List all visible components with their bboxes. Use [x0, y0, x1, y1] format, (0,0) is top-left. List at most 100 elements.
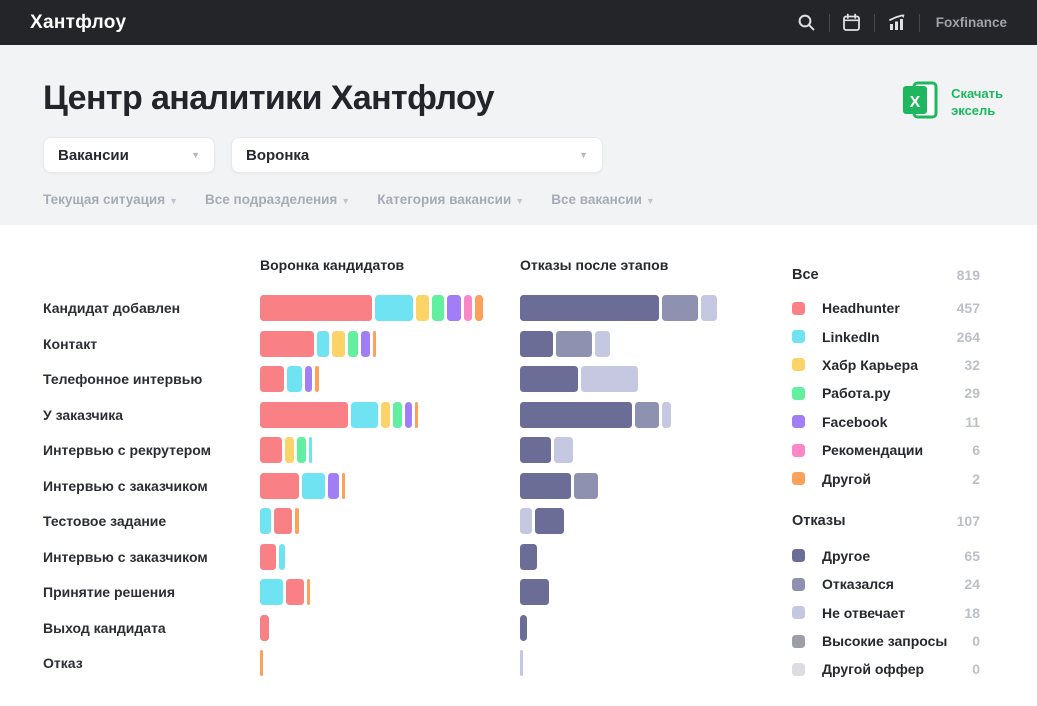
analytics-chart-icon[interactable] [875, 0, 919, 45]
account-name[interactable]: Foxfinance [936, 15, 1007, 30]
bar-segment-linkedin[interactable] [287, 366, 302, 393]
bar-segment-other[interactable] [415, 401, 418, 428]
bar-segment-medium[interactable] [556, 330, 592, 357]
bar-segment-headhunter[interactable] [260, 295, 372, 322]
bar-segment-dark[interactable] [520, 579, 549, 606]
bar-segment-medium[interactable] [574, 472, 598, 499]
bar-segment-dark[interactable] [535, 508, 564, 535]
rejections-bar-cell [520, 468, 765, 504]
funnel-bar [260, 366, 319, 393]
bar-segment-light[interactable] [581, 366, 638, 393]
filter-vacancies[interactable]: Все вакансии ▼ [551, 192, 655, 207]
chevron-down-icon: ▼ [579, 150, 588, 160]
bar-segment-habr[interactable] [381, 401, 390, 428]
legend-total: 819 [956, 266, 980, 283]
bar-segment-dark[interactable] [520, 437, 551, 464]
bar-segment-habr[interactable] [285, 437, 294, 464]
legend-item[interactable]: Другое 65 [792, 542, 980, 570]
bar-segment-light[interactable] [701, 295, 717, 322]
bar-segment-facebook[interactable] [305, 366, 312, 393]
bar-segment-headhunter[interactable] [260, 543, 276, 570]
legend-item[interactable]: Рекомендации 6 [792, 436, 980, 464]
bar-segment-rabota[interactable] [393, 401, 402, 428]
bar-segment-habr[interactable] [416, 295, 429, 322]
bar-segment-rabota[interactable] [432, 295, 444, 322]
bar-segment-light[interactable] [662, 401, 671, 428]
legend-value: 24 [964, 576, 980, 593]
bar-segment-other[interactable] [260, 650, 263, 677]
bar-segment-dark[interactable] [520, 472, 571, 499]
funnel-bar [260, 330, 376, 357]
stage-label: Контакт [43, 335, 98, 352]
report-type-select[interactable]: Вакансии ▼ [43, 137, 215, 173]
download-excel-button[interactable]: X Скачать эксель [899, 79, 1003, 126]
bar-segment-linkedin[interactable] [260, 579, 283, 606]
filter-period[interactable]: Текущая ситуация ▼ [43, 192, 178, 207]
bar-segment-headhunter[interactable] [260, 614, 269, 641]
bar-segment-other[interactable] [342, 472, 345, 499]
legend-swatch [792, 577, 805, 591]
bar-segment-facebook[interactable] [447, 295, 461, 322]
legend-item[interactable]: Headhunter 457 [792, 294, 980, 322]
bar-segment-light[interactable] [520, 508, 532, 535]
legend-item[interactable]: Работа.ру 29 [792, 379, 980, 407]
bar-segment-dark[interactable] [520, 543, 537, 570]
bar-segment-facebook[interactable] [361, 330, 370, 357]
bar-segment-light[interactable] [520, 650, 523, 677]
bar-segment-headhunter[interactable] [274, 508, 292, 535]
bar-segment-habr[interactable] [332, 330, 345, 357]
bar-segment-light[interactable] [554, 437, 573, 464]
bar-segment-medium[interactable] [662, 295, 698, 322]
legend-item[interactable]: Отказался 24 [792, 570, 980, 598]
bar-segment-linkedin[interactable] [260, 508, 271, 535]
bar-segment-linkedin[interactable] [302, 472, 325, 499]
filter-row: Текущая ситуация ▼ Все подразделения ▼ Кат… [43, 192, 1007, 207]
app-logo[interactable]: Хантфлоу [30, 12, 126, 34]
bar-segment-light[interactable] [595, 330, 610, 357]
bar-segment-other[interactable] [315, 366, 319, 393]
bar-segment-recommend[interactable] [464, 295, 472, 322]
bar-segment-linkedin[interactable] [279, 543, 285, 570]
bar-segment-dark[interactable] [520, 295, 659, 322]
bar-segment-medium[interactable] [635, 401, 659, 428]
bar-segment-facebook[interactable] [328, 472, 339, 499]
legend-item[interactable]: Другой оффер 0 [792, 655, 980, 683]
report-view-select[interactable]: Воронка ▼ [231, 137, 603, 173]
bar-segment-dark[interactable] [520, 401, 632, 428]
bar-segment-rabota[interactable] [348, 330, 358, 357]
bar-segment-headhunter[interactable] [260, 401, 348, 428]
legend-total: 107 [956, 512, 980, 529]
legend-item[interactable]: Не отвечает 18 [792, 599, 980, 627]
bar-segment-rabota[interactable] [297, 437, 306, 464]
legend-item[interactable]: Хабр Карьера 32 [792, 351, 980, 379]
stage-label: Принятие решения [43, 584, 176, 601]
bar-segment-other[interactable] [307, 579, 310, 606]
legend-item[interactable]: LinkedIn 264 [792, 322, 980, 350]
filter-division[interactable]: Все подразделения ▼ [205, 192, 350, 207]
legend-item[interactable]: Другой 2 [792, 464, 980, 492]
bar-segment-linkedin[interactable] [309, 437, 312, 464]
legend-item[interactable]: Высокие запросы 0 [792, 627, 980, 655]
calendar-icon[interactable] [830, 0, 874, 45]
bar-segment-headhunter[interactable] [260, 330, 314, 357]
bar-segment-headhunter[interactable] [286, 579, 304, 606]
legend-label: Работа.ру [822, 385, 891, 402]
bar-segment-headhunter[interactable] [260, 472, 299, 499]
stage-label: Телефонное интервью [43, 371, 203, 388]
legend-item[interactable]: Facebook 11 [792, 408, 980, 436]
search-icon[interactable] [785, 0, 829, 45]
funnel-bar [260, 508, 299, 535]
bar-segment-dark[interactable] [520, 366, 578, 393]
bar-segment-dark[interactable] [520, 614, 527, 641]
bar-segment-headhunter[interactable] [260, 366, 284, 393]
bar-segment-linkedin[interactable] [375, 295, 413, 322]
bar-segment-linkedin[interactable] [351, 401, 378, 428]
bar-segment-linkedin[interactable] [317, 330, 329, 357]
bar-segment-facebook[interactable] [405, 401, 412, 428]
bar-segment-dark[interactable] [520, 330, 553, 357]
bar-segment-other[interactable] [295, 508, 299, 535]
bar-segment-other[interactable] [475, 295, 483, 322]
bar-segment-headhunter[interactable] [260, 437, 282, 464]
filter-vacancy-category[interactable]: Категория вакансии ▼ [377, 192, 524, 207]
bar-segment-other[interactable] [373, 330, 376, 357]
